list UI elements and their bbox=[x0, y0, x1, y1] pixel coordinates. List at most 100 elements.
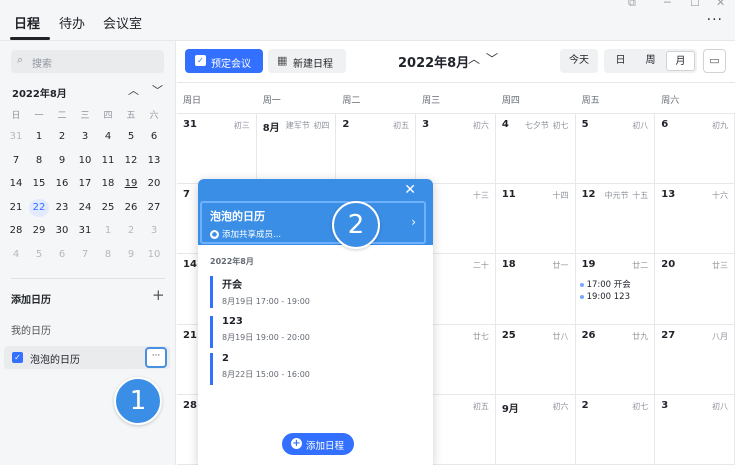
more-options-button[interactable]: ··· bbox=[707, 12, 723, 28]
search-icon: ⌕ bbox=[17, 53, 24, 66]
day-cell[interactable]: 26 廿九 bbox=[575, 324, 656, 395]
popup-event[interactable]: 开会 8月19日 17:00 - 19:00 bbox=[210, 276, 410, 308]
mini-day[interactable]: 10 bbox=[75, 152, 95, 170]
mini-day[interactable]: 8 bbox=[29, 152, 49, 170]
mini-day[interactable]: 22 bbox=[29, 198, 49, 217]
minimize-icon[interactable]: ─ bbox=[664, 0, 671, 9]
mini-day[interactable]: 7 bbox=[6, 152, 26, 170]
day-cell[interactable]: 9月 初六 bbox=[495, 394, 576, 465]
mini-day[interactable]: 6 bbox=[52, 246, 72, 264]
day-cell[interactable]: 19 廿二 17:00 开会 19:00 123 bbox=[575, 254, 656, 325]
day-cell[interactable]: 31 初三 bbox=[177, 114, 257, 185]
mini-day[interactable]: 19 bbox=[121, 175, 141, 193]
day-cell[interactable]: 18 廿一 bbox=[495, 254, 576, 325]
calendar-more-button[interactable]: ··· bbox=[145, 347, 167, 368]
mini-day[interactable]: 11 bbox=[98, 152, 118, 170]
day-cell[interactable]: 2 初五 bbox=[336, 114, 417, 185]
mini-day[interactable]: 21 bbox=[6, 199, 26, 217]
mini-day[interactable]: 25 bbox=[98, 199, 118, 217]
calendar-item-name: 泡泡的日历 bbox=[30, 355, 80, 366]
close-icon[interactable]: ✕ bbox=[404, 182, 416, 198]
book-meeting-button[interactable]: ✓ 预定会议 bbox=[185, 49, 263, 73]
mini-day[interactable]: 3 bbox=[144, 222, 164, 240]
mini-day[interactable]: 9 bbox=[121, 246, 141, 264]
event-chip[interactable]: 19:00 123 bbox=[579, 292, 630, 302]
mini-day[interactable]: 4 bbox=[98, 128, 118, 146]
day-cell[interactable]: 4 七夕节 初七 bbox=[495, 114, 576, 185]
popup-event[interactable]: 2 8月22日 15:00 - 16:00 bbox=[210, 353, 410, 385]
mini-day[interactable]: 20 bbox=[144, 175, 164, 193]
mini-day[interactable]: 2 bbox=[121, 222, 141, 240]
day-cell[interactable]: 27 八月 bbox=[655, 324, 735, 395]
mini-day[interactable]: 14 bbox=[6, 175, 26, 193]
view-month-button[interactable]: 月 bbox=[666, 51, 695, 71]
mini-day[interactable]: 10 bbox=[144, 246, 164, 264]
mini-day[interactable]: 26 bbox=[121, 199, 141, 217]
view-day-button[interactable]: 日 bbox=[606, 51, 635, 71]
mini-day[interactable]: 18 bbox=[98, 175, 118, 193]
mini-day[interactable]: 4 bbox=[6, 246, 26, 264]
mini-day[interactable]: 3 bbox=[75, 128, 95, 146]
mini-day[interactable]: 5 bbox=[121, 128, 141, 146]
mini-day[interactable]: 27 bbox=[144, 199, 164, 217]
day-cell[interactable]: 5 初八 bbox=[575, 114, 656, 185]
day-cell[interactable]: 3 初八 bbox=[655, 394, 735, 465]
popup-month: 2022年8月 bbox=[210, 257, 254, 266]
mini-day[interactable]: 9 bbox=[52, 152, 72, 170]
tab-todo[interactable]: 待办 bbox=[59, 13, 85, 32]
day-cell[interactable]: 25 廿八 bbox=[495, 324, 576, 395]
lunar-date: 初四 bbox=[313, 121, 330, 130]
event-chip[interactable]: 17:00 开会 bbox=[579, 278, 631, 290]
mini-next-month-icon[interactable]: ﹀ bbox=[152, 82, 163, 98]
close-window-icon[interactable]: ✕ bbox=[716, 0, 725, 9]
tab-schedule[interactable]: 日程 bbox=[14, 13, 40, 32]
add-event-button[interactable]: + 添加日程 bbox=[282, 433, 354, 455]
mini-weekday: 四 bbox=[103, 111, 113, 121]
day-cell[interactable]: 20 廿三 bbox=[655, 254, 735, 325]
mini-day[interactable]: 5 bbox=[29, 246, 49, 264]
view-week-button[interactable]: 周 bbox=[636, 51, 665, 71]
chevron-right-icon[interactable]: › bbox=[411, 215, 416, 229]
mini-day[interactable]: 12 bbox=[121, 152, 141, 170]
popup-event[interactable]: 123 8月19日 19:00 - 20:00 bbox=[210, 316, 410, 348]
mini-day[interactable]: 29 bbox=[29, 222, 49, 240]
calendar-checkbox[interactable]: ✓ bbox=[12, 352, 23, 363]
next-month-icon[interactable]: ﹀ bbox=[486, 50, 498, 67]
mini-day[interactable]: 31 bbox=[75, 222, 95, 240]
calendar-item[interactable]: ✓ 泡泡的日历 ··· bbox=[4, 346, 170, 369]
mini-day[interactable]: 8 bbox=[98, 246, 118, 264]
mini-day[interactable]: 15 bbox=[29, 175, 49, 193]
new-event-button[interactable]: ▦ 新建日程 bbox=[268, 49, 346, 73]
day-cell[interactable]: 6 初九 bbox=[655, 114, 735, 185]
mini-day[interactable]: 17 bbox=[75, 175, 95, 193]
day-cell[interactable]: 11 十四 bbox=[495, 184, 576, 255]
mini-day[interactable]: 28 bbox=[6, 222, 26, 240]
tab-meeting-room[interactable]: 会议室 bbox=[103, 13, 142, 32]
mini-day[interactable]: 7 bbox=[75, 246, 95, 264]
lunar-date: 廿三 bbox=[711, 261, 728, 271]
mini-day[interactable]: 6 bbox=[144, 128, 164, 146]
day-cell[interactable]: 8月 建军节 初四 bbox=[256, 114, 337, 185]
search-input[interactable]: ⌕ 搜索 bbox=[11, 50, 164, 73]
mini-day[interactable]: 31 bbox=[6, 128, 26, 146]
mini-day[interactable]: 2 bbox=[52, 128, 72, 146]
mini-day[interactable]: 24 bbox=[75, 199, 95, 217]
today-button[interactable]: 今天 bbox=[560, 49, 598, 73]
day-cell[interactable]: 3 初六 bbox=[416, 114, 496, 185]
mini-day[interactable]: 1 bbox=[29, 128, 49, 146]
mini-prev-month-icon[interactable]: ︿ bbox=[128, 82, 139, 98]
mini-day[interactable]: 13 bbox=[144, 152, 164, 170]
add-calendar-plus-icon[interactable]: + bbox=[152, 286, 165, 304]
add-members-link[interactable]: ● 添加共享成员... bbox=[210, 228, 281, 240]
prev-month-icon[interactable]: ︿ bbox=[468, 50, 480, 67]
mini-day[interactable]: 23 bbox=[52, 199, 72, 217]
day-cell[interactable]: 13 十六 bbox=[655, 184, 735, 255]
mini-day[interactable]: 1 bbox=[98, 222, 118, 240]
day-cell[interactable]: 2 初七 bbox=[575, 394, 656, 465]
day-cell[interactable]: 12 中元节 十五 bbox=[575, 184, 656, 255]
mini-day[interactable]: 30 bbox=[52, 222, 72, 240]
popout-icon[interactable]: ⧉ bbox=[628, 0, 636, 10]
toggle-panel-icon[interactable]: ▭ bbox=[703, 49, 726, 73]
maximize-icon[interactable]: ☐ bbox=[690, 0, 700, 9]
mini-day[interactable]: 16 bbox=[52, 175, 72, 193]
